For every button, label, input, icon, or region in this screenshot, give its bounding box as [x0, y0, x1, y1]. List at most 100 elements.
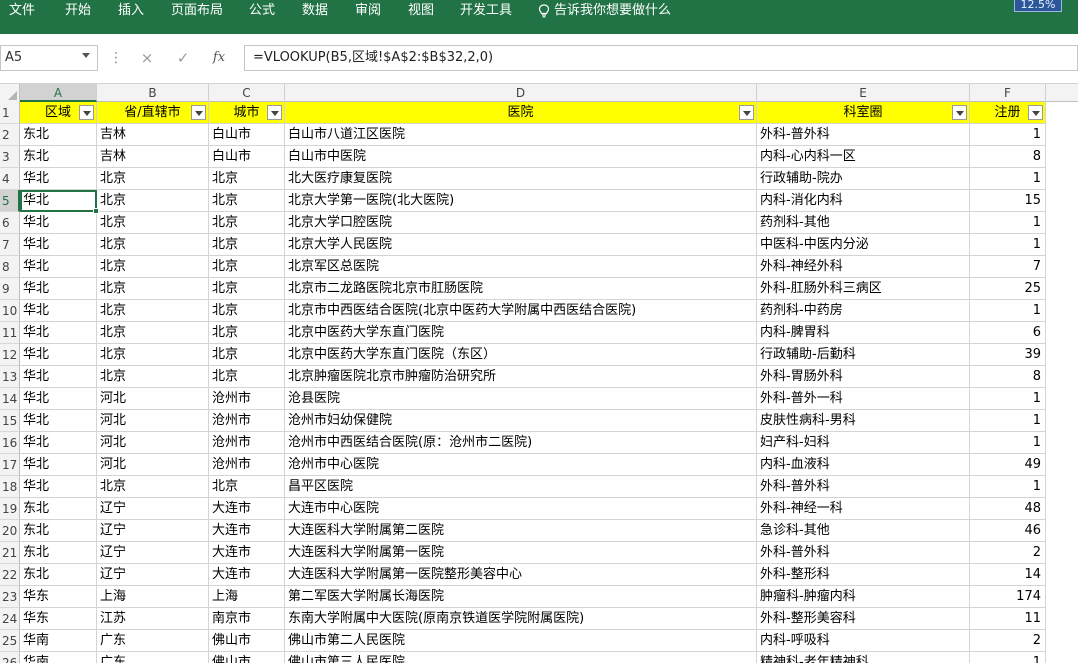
- header-cell-registered[interactable]: 注册: [970, 102, 1046, 124]
- cell-registered[interactable]: 1: [970, 410, 1046, 432]
- cell-province[interactable]: 北京: [97, 322, 209, 344]
- cell-province[interactable]: 河北: [97, 410, 209, 432]
- cell-hospital[interactable]: 北京肿瘤医院北京市肿瘤防治研究所: [285, 366, 757, 388]
- row-header[interactable]: 4: [0, 168, 20, 190]
- cell-city[interactable]: 北京: [209, 190, 285, 212]
- cell-registered[interactable]: 6: [970, 322, 1046, 344]
- cell-region[interactable]: 华北: [20, 168, 97, 190]
- cell-hospital[interactable]: 大连医科大学附属第一医院整形美容中心: [285, 564, 757, 586]
- cell-registered[interactable]: 11: [970, 608, 1046, 630]
- cell-hospital[interactable]: 白山市中医院: [285, 146, 757, 168]
- cell-registered[interactable]: 1: [970, 652, 1046, 663]
- cell-department[interactable]: 精神科-老年精神科: [757, 652, 970, 663]
- formula-input[interactable]: =VLOOKUP(B5,区域!$A$2:$B$32,2,0): [244, 45, 1078, 71]
- cell-region[interactable]: 华北: [20, 234, 97, 256]
- cell-region[interactable]: 华北: [20, 388, 97, 410]
- cell-province[interactable]: 北京: [97, 256, 209, 278]
- cell-registered[interactable]: 1: [970, 388, 1046, 410]
- cell-province[interactable]: 吉林: [97, 146, 209, 168]
- cell-registered[interactable]: 49: [970, 454, 1046, 476]
- more-dots-icon[interactable]: ⋮: [109, 50, 123, 66]
- row-header[interactable]: 22: [0, 564, 20, 586]
- cell-province[interactable]: 上海: [97, 586, 209, 608]
- cell-registered[interactable]: 1: [970, 432, 1046, 454]
- cell-province[interactable]: 北京: [97, 278, 209, 300]
- cell-registered[interactable]: 1: [970, 234, 1046, 256]
- cell-hospital[interactable]: 北大医疗康复医院: [285, 168, 757, 190]
- column-header-c[interactable]: C: [209, 84, 285, 102]
- row-header[interactable]: 13: [0, 366, 20, 388]
- header-cell-city[interactable]: 城市: [209, 102, 285, 124]
- cell-region[interactable]: 华北: [20, 410, 97, 432]
- cell-hospital[interactable]: 东南大学附属中大医院(原南京铁道医学院附属医院): [285, 608, 757, 630]
- cell-region[interactable]: 东北: [20, 542, 97, 564]
- cell-province[interactable]: 吉林: [97, 124, 209, 146]
- column-header-f[interactable]: F: [970, 84, 1046, 102]
- row-header[interactable]: 2: [0, 124, 20, 146]
- column-header-d[interactable]: D: [285, 84, 757, 102]
- cell-department[interactable]: 皮肤性病科-男科: [757, 410, 970, 432]
- cell-city[interactable]: 沧州市: [209, 454, 285, 476]
- cell-city[interactable]: 北京: [209, 212, 285, 234]
- cell-department[interactable]: 外科-普外科: [757, 124, 970, 146]
- cell-province[interactable]: 北京: [97, 234, 209, 256]
- filter-dropdown-icon[interactable]: [952, 105, 967, 120]
- filter-dropdown-icon[interactable]: [191, 105, 206, 120]
- row-header[interactable]: 5: [0, 190, 20, 212]
- row-header[interactable]: 7: [0, 234, 20, 256]
- cell-city[interactable]: 沧州市: [209, 410, 285, 432]
- cell-province[interactable]: 辽宁: [97, 542, 209, 564]
- cell-province[interactable]: 北京: [97, 168, 209, 190]
- row-header[interactable]: 12: [0, 344, 20, 366]
- cell-city[interactable]: 北京: [209, 344, 285, 366]
- row-header[interactable]: 15: [0, 410, 20, 432]
- tab-page-layout[interactable]: 页面布局: [171, 0, 223, 22]
- cell-region[interactable]: 东北: [20, 564, 97, 586]
- cell-hospital[interactable]: 大连医科大学附属第一医院: [285, 542, 757, 564]
- insert-function-button[interactable]: fx: [204, 45, 234, 71]
- cell-region[interactable]: 东北: [20, 124, 97, 146]
- cell-region[interactable]: 东北: [20, 520, 97, 542]
- cell-region[interactable]: 华东: [20, 608, 97, 630]
- cell-region[interactable]: 华北: [20, 278, 97, 300]
- row-header[interactable]: 6: [0, 212, 20, 234]
- cell-region[interactable]: 华北: [20, 300, 97, 322]
- cell-department[interactable]: 外科-神经一科: [757, 498, 970, 520]
- row-header[interactable]: 17: [0, 454, 20, 476]
- cell-province[interactable]: 河北: [97, 432, 209, 454]
- cell-department[interactable]: 外科-普外科: [757, 476, 970, 498]
- cell-city[interactable]: 北京: [209, 476, 285, 498]
- cell-registered[interactable]: 2: [970, 630, 1046, 652]
- cell-city[interactable]: 佛山市: [209, 652, 285, 663]
- enter-icon[interactable]: ✓: [168, 45, 198, 71]
- cell-region[interactable]: 华北: [20, 322, 97, 344]
- tab-insert[interactable]: 插入: [118, 0, 144, 22]
- cell-province[interactable]: 北京: [97, 212, 209, 234]
- cell-department[interactable]: 内科-血液科: [757, 454, 970, 476]
- row-header[interactable]: 9: [0, 278, 20, 300]
- cell-department[interactable]: 急诊科-其他: [757, 520, 970, 542]
- cell-registered[interactable]: 2: [970, 542, 1046, 564]
- cell-region[interactable]: 东北: [20, 498, 97, 520]
- cell-province[interactable]: 北京: [97, 190, 209, 212]
- cell-city[interactable]: 上海: [209, 586, 285, 608]
- cell-region[interactable]: 东北: [20, 146, 97, 168]
- cell-registered[interactable]: 1: [970, 476, 1046, 498]
- row-header[interactable]: 14: [0, 388, 20, 410]
- tab-data[interactable]: 数据: [302, 0, 328, 22]
- cell-hospital[interactable]: 白山市八道江区医院: [285, 124, 757, 146]
- cell-city[interactable]: 大连市: [209, 564, 285, 586]
- cell-region[interactable]: 华南: [20, 630, 97, 652]
- cell-department[interactable]: 妇产科-妇科: [757, 432, 970, 454]
- row-header[interactable]: 23: [0, 586, 20, 608]
- column-header-e[interactable]: E: [757, 84, 970, 102]
- row-header[interactable]: 8: [0, 256, 20, 278]
- row-header[interactable]: 18: [0, 476, 20, 498]
- tell-me-search[interactable]: 告诉我你想要做什么: [538, 0, 671, 22]
- tab-file[interactable]: 文件: [9, 0, 35, 22]
- cell-hospital[interactable]: 北京中医药大学东直门医院: [285, 322, 757, 344]
- row-header[interactable]: 16: [0, 432, 20, 454]
- cell-region[interactable]: 华北: [20, 212, 97, 234]
- cell-province[interactable]: 广东: [97, 652, 209, 663]
- cell-hospital[interactable]: 北京大学人民医院: [285, 234, 757, 256]
